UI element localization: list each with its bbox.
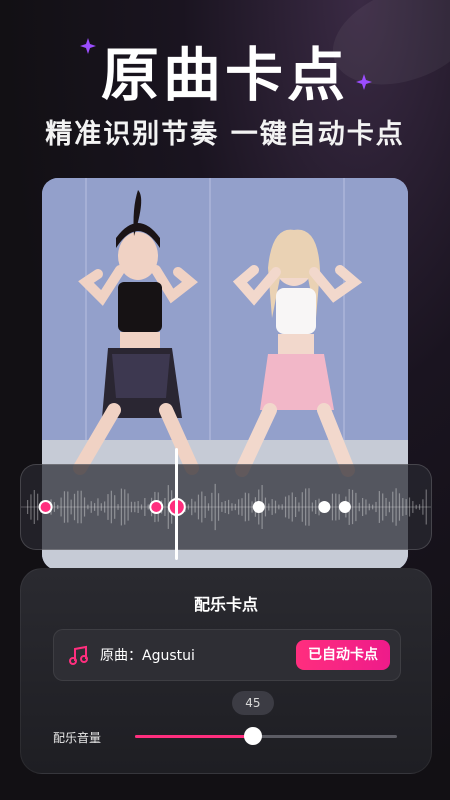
beat-marker[interactable] xyxy=(38,500,53,514)
volume-slider-knob[interactable] xyxy=(243,727,262,745)
volume-label: 配乐音量 xyxy=(53,731,102,745)
volume-value-bubble: 45 xyxy=(231,691,274,715)
beat-marker[interactable] xyxy=(318,501,331,513)
music-beat-panel: 配乐卡点 原曲：Agustui 已自动卡点 配乐音量 45 xyxy=(20,568,432,774)
song-row[interactable]: 原曲：Agustui 已自动卡点 xyxy=(53,629,401,681)
auto-beat-button[interactable]: 已自动卡点 xyxy=(296,640,390,670)
beat-marker[interactable] xyxy=(149,500,164,514)
sparkle-icon xyxy=(356,74,372,90)
volume-slider-fill xyxy=(135,735,253,738)
page-title: 原曲卡点 xyxy=(100,41,349,109)
song-label: 原曲：Agustui xyxy=(100,648,195,664)
sparkle-icon xyxy=(80,38,96,54)
page-subtitle: 精准识别节奏 一键自动卡点 xyxy=(45,119,405,150)
playhead[interactable] xyxy=(175,448,178,560)
beat-waveform[interactable] xyxy=(20,464,432,550)
music-note-icon xyxy=(69,645,88,665)
beat-marker[interactable] xyxy=(338,501,351,513)
panel-title: 配乐卡点 xyxy=(193,595,258,614)
beat-marker[interactable] xyxy=(252,501,265,513)
waveform-bars xyxy=(21,483,431,531)
volume-slider[interactable]: 45 xyxy=(135,691,397,745)
